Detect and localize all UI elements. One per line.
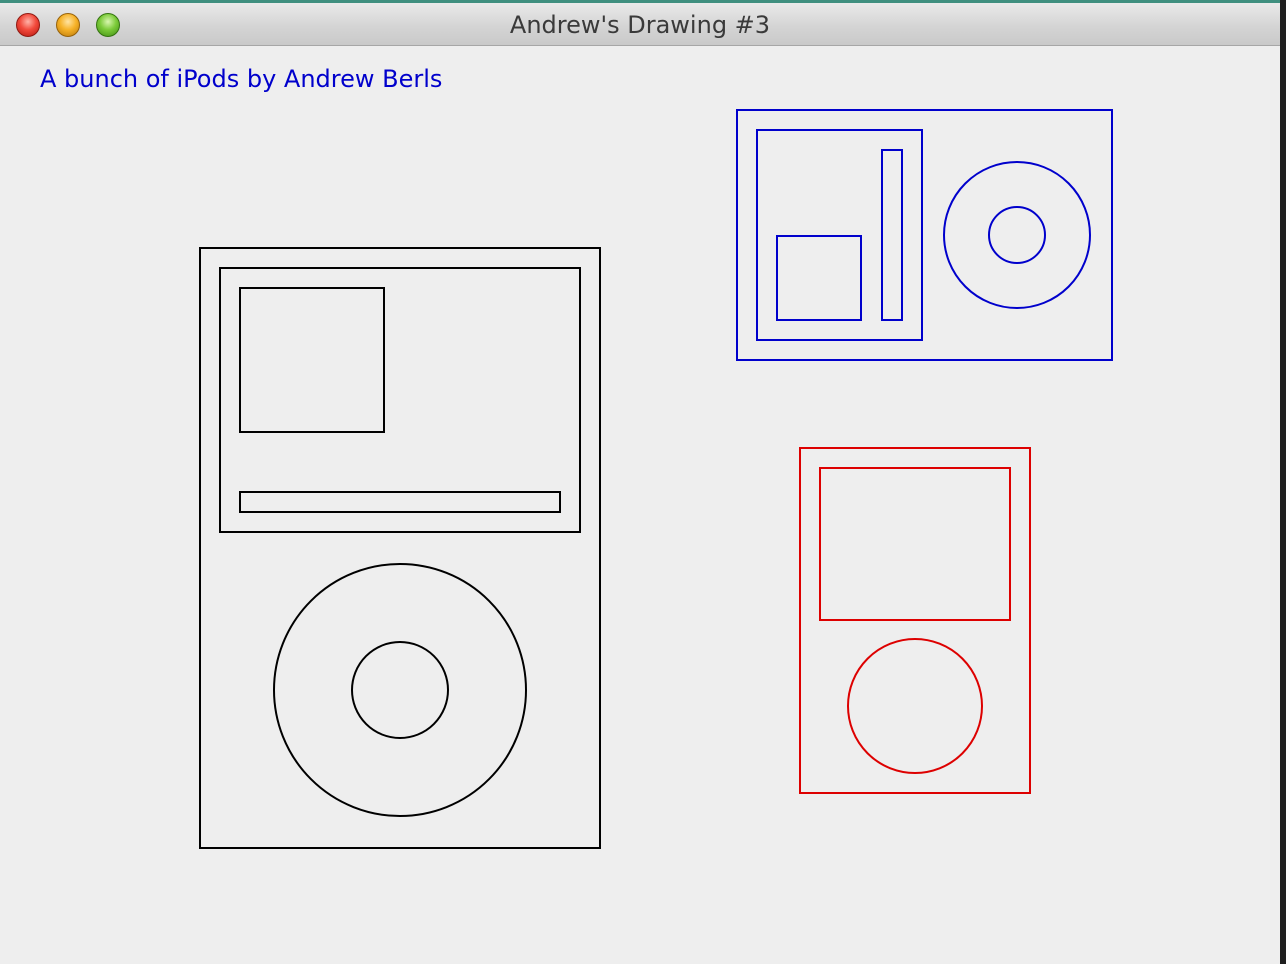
blue-ipod [736, 109, 1113, 361]
large-ipod-progress-bar [239, 491, 561, 513]
large-ipod-click-wheel [273, 563, 527, 817]
drawing-canvas [199, 109, 1113, 849]
large-ipod-album-art [239, 287, 385, 433]
red-ipod [799, 447, 1031, 794]
desktop-edge [1280, 0, 1286, 964]
blue-ipod-album-art [776, 235, 862, 321]
large-ipod-center-button [351, 641, 449, 739]
blue-ipod-click-wheel [943, 161, 1091, 309]
red-ipod-screen [819, 467, 1011, 621]
large-ipod [199, 247, 601, 849]
large-ipod-body [199, 247, 601, 849]
blue-ipod-center-button [988, 206, 1046, 264]
blue-ipod-progress-bar [881, 149, 903, 321]
red-ipod-click-wheel [847, 638, 983, 774]
app-window: Andrew's Drawing #3 A bunch of iPods by … [0, 0, 1280, 964]
